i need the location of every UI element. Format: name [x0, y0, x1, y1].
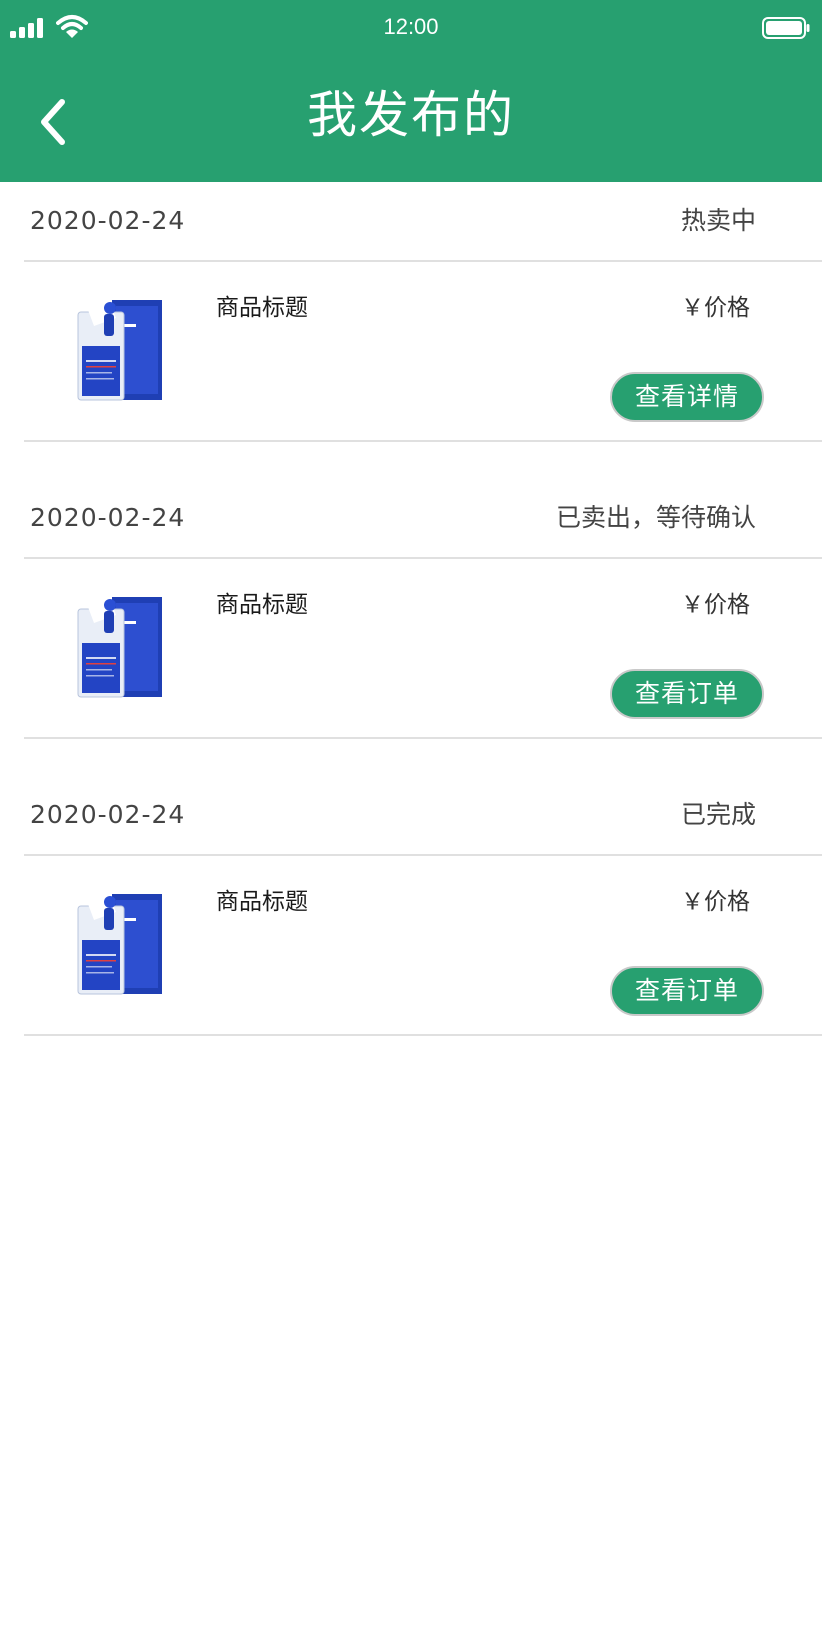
- product-title: 商品标题: [216, 889, 308, 915]
- view-order-button[interactable]: 查看订单: [610, 669, 764, 719]
- page-title: 我发布的: [307, 86, 515, 144]
- listing-date: 2020-02-24: [30, 800, 186, 829]
- listing-date: 2020-02-24: [30, 206, 186, 235]
- product-price: ￥价格: [681, 295, 750, 321]
- status-bar-time: 12:00: [383, 14, 439, 39]
- listing-header: 2020-02-24 已卖出，等待确认: [24, 479, 822, 559]
- listing-item-row[interactable]: 商品标题 ￥价格 查看详情: [24, 262, 822, 442]
- listing-status: 热卖中: [680, 206, 756, 235]
- listing-header: 2020-02-24 热卖中: [24, 182, 822, 262]
- listing-date: 2020-02-24: [30, 503, 186, 532]
- listing-item-row[interactable]: 商品标题 ￥价格 查看订单: [24, 559, 822, 739]
- listing-header: 2020-02-24 已完成: [24, 776, 822, 856]
- view-order-button[interactable]: 查看订单: [610, 966, 764, 1016]
- view-details-button[interactable]: 查看详情: [610, 372, 764, 422]
- product-price: ￥价格: [681, 889, 750, 915]
- app-header: 12:00 我发布的: [0, 0, 822, 182]
- product-title: 商品标题: [216, 592, 308, 618]
- battery-icon: [762, 17, 810, 39]
- product-price: ￥价格: [681, 592, 750, 618]
- face-mask-product-icon: [77, 597, 162, 698]
- face-mask-product-icon: [77, 300, 162, 401]
- listing-status: 已完成: [680, 800, 756, 829]
- listing-item-row[interactable]: 商品标题 ￥价格 查看订单: [24, 856, 822, 1036]
- product-title: 商品标题: [216, 295, 308, 321]
- listing-status: 已卖出，等待确认: [555, 503, 756, 532]
- face-mask-product-icon: [77, 894, 162, 995]
